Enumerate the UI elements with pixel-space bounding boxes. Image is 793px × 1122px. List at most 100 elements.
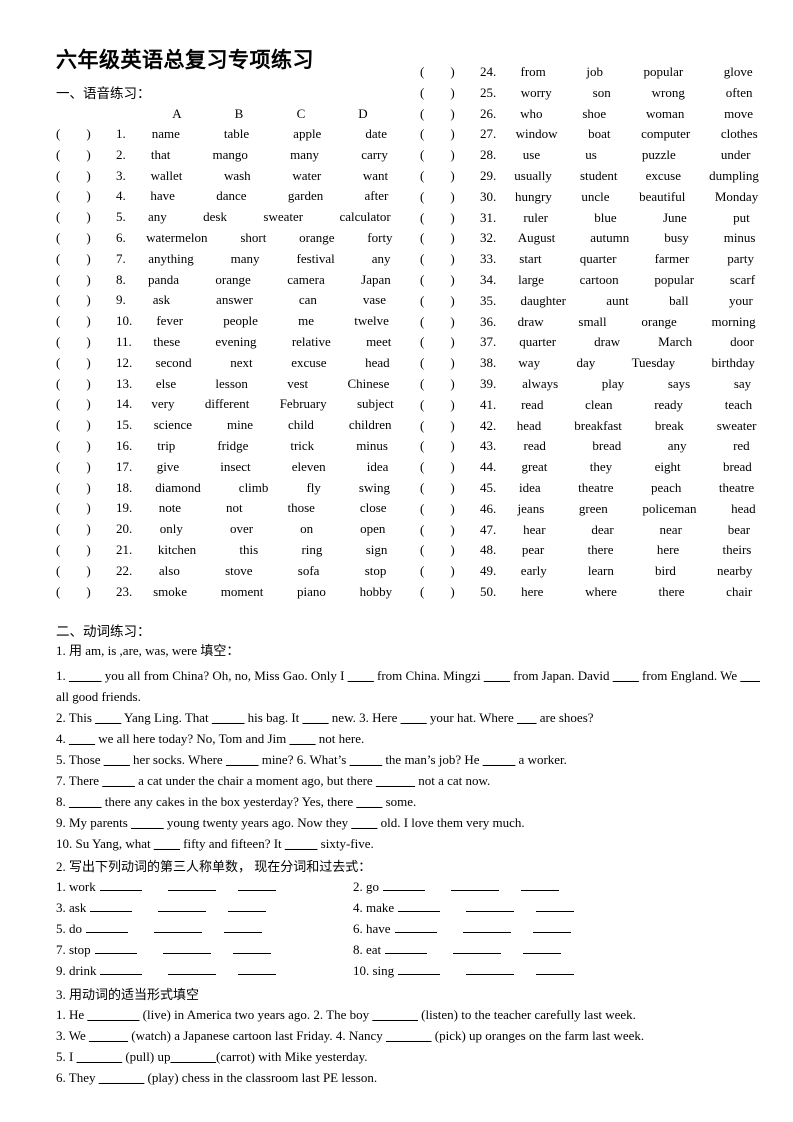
- answer-blank-parenthesis[interactable]: ( ): [420, 228, 480, 249]
- conjugation-blank[interactable]: [462, 919, 511, 933]
- conjugation-blank[interactable]: [94, 940, 137, 954]
- answer-blank-parenthesis[interactable]: ( ): [56, 166, 116, 187]
- fill-blank[interactable]: _____: [131, 815, 164, 830]
- fill-blank[interactable]: _____: [483, 752, 516, 767]
- answer-blank-parenthesis[interactable]: ( ): [56, 186, 116, 207]
- conjugation-blank[interactable]: [158, 898, 207, 912]
- fill-blank[interactable]: ____: [154, 836, 180, 851]
- fill-blank[interactable]: ____: [290, 731, 316, 746]
- fill-blank[interactable]: ____: [69, 731, 95, 746]
- answer-blank-parenthesis[interactable]: ( ): [420, 312, 480, 333]
- fill-blank[interactable]: _____: [350, 752, 383, 767]
- conjugation-blank[interactable]: [536, 961, 575, 975]
- answer-blank-parenthesis[interactable]: ( ): [56, 124, 116, 145]
- answer-blank-parenthesis[interactable]: ( ): [420, 124, 480, 145]
- conjugation-blank[interactable]: [536, 898, 575, 912]
- answer-blank-parenthesis[interactable]: ( ): [56, 332, 116, 353]
- answer-blank-parenthesis[interactable]: ( ): [420, 270, 480, 291]
- fill-blank[interactable]: ____: [613, 668, 639, 683]
- answer-blank-parenthesis[interactable]: ( ): [56, 290, 116, 311]
- fill-blank[interactable]: _____: [69, 794, 102, 809]
- conjugation-blank[interactable]: [466, 898, 515, 912]
- conjugation-blank[interactable]: [228, 898, 267, 912]
- fill-blank[interactable]: _____: [102, 773, 135, 788]
- answer-blank-parenthesis[interactable]: ( ): [56, 374, 116, 395]
- answer-blank-parenthesis[interactable]: ( ): [420, 582, 480, 603]
- answer-blank-parenthesis[interactable]: ( ): [56, 582, 116, 603]
- answer-blank-parenthesis[interactable]: ( ): [420, 166, 480, 187]
- answer-blank-parenthesis[interactable]: ( ): [56, 436, 116, 457]
- answer-blank-parenthesis[interactable]: ( ): [56, 457, 116, 478]
- conjugation-blank[interactable]: [238, 961, 277, 975]
- fill-blank[interactable]: ____: [348, 668, 374, 683]
- fill-blank[interactable]: _____: [285, 836, 318, 851]
- answer-blank-parenthesis[interactable]: ( ): [420, 83, 480, 104]
- conjugation-blank[interactable]: [523, 940, 562, 954]
- answer-blank-parenthesis[interactable]: ( ): [420, 520, 480, 541]
- fill-blank[interactable]: ______: [89, 1028, 128, 1043]
- answer-blank-parenthesis[interactable]: ( ): [420, 187, 480, 208]
- fill-blank[interactable]: ___: [517, 710, 537, 725]
- fill-blank[interactable]: ________: [87, 1007, 139, 1022]
- conjugation-blank[interactable]: [453, 940, 502, 954]
- answer-blank-parenthesis[interactable]: ( ): [56, 540, 116, 561]
- conjugation-blank[interactable]: [398, 898, 441, 912]
- answer-blank-parenthesis[interactable]: ( ): [56, 415, 116, 436]
- answer-blank-parenthesis[interactable]: ( ): [56, 394, 116, 415]
- fill-blank[interactable]: _______: [170, 1049, 216, 1064]
- answer-blank-parenthesis[interactable]: ( ): [420, 499, 480, 520]
- fill-blank[interactable]: _____: [69, 668, 102, 683]
- answer-blank-parenthesis[interactable]: ( ): [56, 561, 116, 582]
- answer-blank-parenthesis[interactable]: ( ): [420, 332, 480, 353]
- answer-blank-parenthesis[interactable]: ( ): [420, 457, 480, 478]
- conjugation-blank[interactable]: [224, 919, 262, 933]
- fill-blank[interactable]: _____: [226, 752, 259, 767]
- answer-blank-parenthesis[interactable]: ( ): [420, 249, 480, 270]
- answer-blank-parenthesis[interactable]: ( ): [420, 436, 480, 457]
- answer-blank-parenthesis[interactable]: ( ): [420, 416, 480, 437]
- answer-blank-parenthesis[interactable]: ( ): [420, 62, 480, 83]
- fill-blank[interactable]: ______: [376, 773, 415, 788]
- conjugation-blank[interactable]: [398, 961, 441, 975]
- answer-blank-parenthesis[interactable]: ( ): [56, 249, 116, 270]
- fill-blank[interactable]: ____: [401, 710, 427, 725]
- conjugation-blank[interactable]: [86, 919, 128, 933]
- answer-blank-parenthesis[interactable]: ( ): [56, 478, 116, 499]
- fill-blank[interactable]: _______: [77, 1049, 123, 1064]
- answer-blank-parenthesis[interactable]: ( ): [420, 540, 480, 561]
- answer-blank-parenthesis[interactable]: ( ): [56, 145, 116, 166]
- conjugation-blank[interactable]: [100, 961, 143, 975]
- fill-blank[interactable]: ____: [104, 752, 130, 767]
- conjugation-blank[interactable]: [532, 919, 571, 933]
- fill-blank[interactable]: ___: [740, 668, 760, 683]
- answer-blank-parenthesis[interactable]: ( ): [420, 145, 480, 166]
- answer-blank-parenthesis[interactable]: ( ): [420, 478, 480, 499]
- answer-blank-parenthesis[interactable]: ( ): [420, 353, 480, 374]
- conjugation-blank[interactable]: [154, 919, 202, 933]
- answer-blank-parenthesis[interactable]: ( ): [56, 207, 116, 228]
- fill-blank[interactable]: _____: [212, 710, 245, 725]
- fill-blank[interactable]: _______: [99, 1070, 145, 1085]
- conjugation-blank[interactable]: [466, 961, 515, 975]
- answer-blank-parenthesis[interactable]: ( ): [420, 291, 480, 312]
- answer-blank-parenthesis[interactable]: ( ): [420, 561, 480, 582]
- fill-blank[interactable]: ____: [351, 815, 377, 830]
- conjugation-blank[interactable]: [99, 877, 142, 891]
- answer-blank-parenthesis[interactable]: ( ): [420, 374, 480, 395]
- answer-blank-parenthesis[interactable]: ( ): [56, 353, 116, 374]
- answer-blank-parenthesis[interactable]: ( ): [56, 228, 116, 249]
- answer-blank-parenthesis[interactable]: ( ): [56, 498, 116, 519]
- answer-blank-parenthesis[interactable]: ( ): [420, 208, 480, 229]
- conjugation-blank[interactable]: [383, 877, 425, 891]
- conjugation-blank[interactable]: [168, 961, 217, 975]
- conjugation-blank[interactable]: [521, 877, 559, 891]
- conjugation-blank[interactable]: [385, 940, 428, 954]
- conjugation-blank[interactable]: [90, 898, 133, 912]
- fill-blank[interactable]: ____: [95, 710, 121, 725]
- answer-blank-parenthesis[interactable]: ( ): [420, 104, 480, 125]
- conjugation-blank[interactable]: [451, 877, 499, 891]
- conjugation-blank[interactable]: [167, 877, 216, 891]
- fill-blank[interactable]: ____: [356, 794, 382, 809]
- conjugation-blank[interactable]: [394, 919, 437, 933]
- fill-blank[interactable]: _______: [386, 1028, 432, 1043]
